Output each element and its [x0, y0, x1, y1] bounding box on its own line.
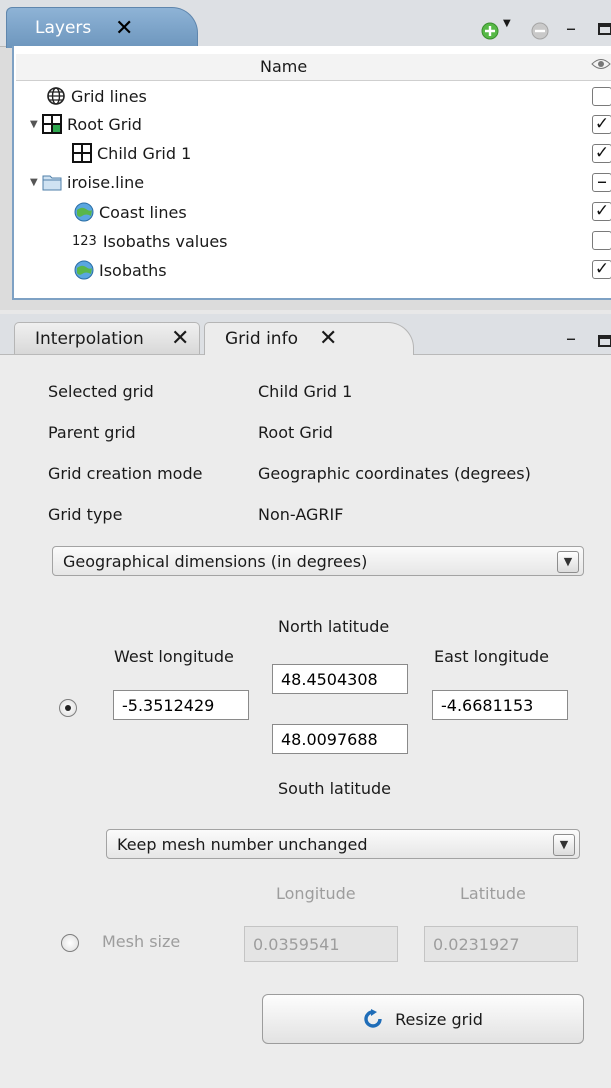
grid-type-label: Grid type	[48, 505, 123, 524]
layer-label: Isobaths values	[102, 231, 228, 251]
tab-grid-info-label: Grid info	[225, 329, 298, 349]
add-layer-icon[interactable]	[481, 22, 499, 44]
south-latitude-label: South latitude	[278, 779, 391, 798]
tab-interpolation[interactable]: Interpolation ✕	[14, 322, 200, 354]
creation-mode-value: Geographic coordinates (degrees)	[258, 464, 531, 483]
close-icon[interactable]: ✕	[171, 328, 189, 350]
east-longitude-input[interactable]	[432, 690, 568, 720]
tab-layers[interactable]: Layers ✕	[6, 7, 198, 48]
layer-label: iroise.line	[67, 172, 145, 192]
tab-grid-info[interactable]: Grid info ✕	[204, 322, 414, 355]
column-header-label: Name	[260, 57, 308, 76]
resize-grid-label: Resize grid	[395, 1009, 483, 1029]
grid-type-value: Non-AGRIF	[258, 505, 344, 524]
layer-label: Root Grid	[67, 114, 142, 134]
close-icon[interactable]: ✕	[319, 328, 337, 350]
dimensions-radio[interactable]	[59, 699, 77, 717]
list-item[interactable]: Root Grid	[42, 110, 142, 138]
mesh-size-label: Mesh size	[102, 932, 181, 951]
layer-label: Coast lines	[99, 202, 187, 222]
maximize-icon[interactable]	[598, 335, 611, 347]
list-item[interactable]: 123 Isobaths values	[72, 227, 228, 255]
layer-label: Isobaths	[99, 260, 167, 280]
visibility-checkbox[interactable]	[592, 87, 611, 106]
refresh-icon	[363, 1009, 383, 1029]
list-item[interactable]: Child Grid 1	[72, 139, 191, 167]
list-item[interactable]: Grid lines	[46, 82, 147, 110]
grid-icon	[72, 143, 92, 163]
creation-mode-label: Grid creation mode	[48, 464, 203, 483]
list-item[interactable]: Coast lines	[74, 198, 187, 226]
minimize-icon[interactable]: –	[566, 326, 576, 350]
mesh-latitude-input[interactable]	[424, 926, 578, 962]
visibility-checkbox[interactable]	[592, 231, 611, 250]
mesh-longitude-input[interactable]	[244, 926, 398, 962]
expand-icon[interactable]: ▼	[30, 177, 38, 188]
dimensions-select[interactable]: Geographical dimensions (in degrees) ▼	[52, 546, 584, 576]
number-labels-icon: 123	[72, 233, 97, 249]
west-longitude-input[interactable]	[113, 690, 249, 720]
visibility-checkbox[interactable]: ✓	[592, 115, 611, 134]
tab-layers-label: Layers	[35, 18, 92, 38]
folder-icon	[42, 172, 62, 192]
east-longitude-label: East longitude	[434, 647, 549, 666]
visibility-checkbox[interactable]: ✓	[592, 260, 611, 279]
maximize-icon[interactable]	[598, 23, 611, 35]
mesh-mode-select-value: Keep mesh number unchanged	[117, 834, 368, 854]
map-layer-icon	[74, 202, 94, 222]
parent-grid-value: Root Grid	[258, 423, 333, 442]
map-layer-icon	[74, 260, 94, 280]
parent-grid-label: Parent grid	[48, 423, 136, 442]
layer-label: Child Grid 1	[97, 143, 192, 163]
visibility-checkbox[interactable]: ✓	[592, 202, 611, 221]
latitude-header: Latitude	[460, 884, 526, 903]
west-longitude-label: West longitude	[114, 647, 234, 666]
south-latitude-input[interactable]	[272, 724, 408, 754]
list-item[interactable]: Isobaths	[74, 256, 167, 284]
north-latitude-label: North latitude	[278, 617, 390, 636]
grid-icon	[42, 114, 62, 134]
close-icon[interactable]: ✕	[115, 18, 133, 40]
visibility-eye-icon	[591, 54, 611, 78]
chevron-down-icon[interactable]: ▼	[553, 834, 575, 856]
expand-icon[interactable]: ▼	[30, 119, 38, 130]
longitude-header: Longitude	[276, 884, 356, 903]
mesh-mode-select[interactable]: Keep mesh number unchanged ▼	[106, 829, 580, 859]
visibility-checkbox[interactable]: ✓	[592, 144, 611, 163]
name-column-header[interactable]: Name	[16, 54, 611, 81]
layer-label: Grid lines	[71, 86, 147, 106]
remove-layer-icon[interactable]	[531, 22, 549, 44]
visibility-checkbox[interactable]: –	[592, 171, 611, 192]
resize-grid-button[interactable]: Resize grid	[262, 994, 584, 1044]
mesh-size-radio[interactable]	[61, 934, 79, 952]
north-latitude-input[interactable]	[272, 664, 408, 694]
chevron-down-icon[interactable]: ▼	[503, 18, 511, 29]
selected-grid-label: Selected grid	[48, 382, 154, 401]
globe-icon	[46, 86, 66, 106]
selected-grid-value: Child Grid 1	[258, 382, 353, 401]
chevron-down-icon[interactable]: ▼	[557, 551, 579, 573]
minimize-icon[interactable]: –	[566, 16, 576, 40]
dimensions-select-value: Geographical dimensions (in degrees)	[63, 551, 368, 571]
tab-interpolation-label: Interpolation	[35, 329, 144, 349]
list-item[interactable]: iroise.line	[42, 168, 144, 196]
